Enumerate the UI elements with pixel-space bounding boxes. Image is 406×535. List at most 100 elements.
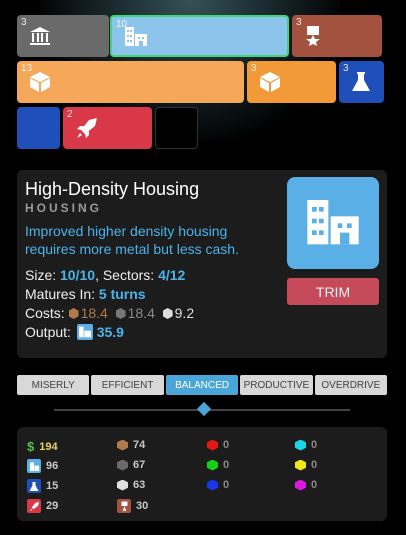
costs-label: Costs: <box>25 305 65 321</box>
cash-icon: $ <box>27 439 35 454</box>
resource-metal: 74 <box>117 439 145 451</box>
matures-value: 5 turns <box>98 286 146 302</box>
rocket-icon <box>27 499 41 513</box>
cyan-crystal-icon <box>295 439 306 451</box>
resource-white-metal: 63 <box>117 479 145 491</box>
mode-productive[interactable]: PRODUCTIVE <box>240 375 313 395</box>
medal-icon <box>304 25 322 47</box>
resource-military-value: 29 <box>46 500 59 512</box>
green-crystal-icon <box>207 459 218 471</box>
tile-capitol[interactable]: 3 <box>17 15 109 57</box>
resource-dark-metal-value: 67 <box>133 459 146 471</box>
tile-science[interactable]: 3 <box>339 61 384 103</box>
tile-count: 13 <box>21 63 33 74</box>
resources-panel: $ 194 96 15 29 74 67 63 30 0 0 0 0 0 0 <box>17 427 387 521</box>
matures-label: Matures In: <box>25 286 96 302</box>
cost-metal-value: 18.4 <box>80 305 108 321</box>
resource-blue: 0 <box>207 479 229 491</box>
size-value: 10/10 <box>60 267 96 283</box>
sectors-label: , Sectors: <box>95 267 155 283</box>
resource-red-value: 0 <box>223 439 230 451</box>
resource-science: 15 <box>27 479 58 493</box>
production-mode-selector: MISERLY EFFICIENT BALANCED PRODUCTIVE OV… <box>17 375 388 395</box>
tile-metal[interactable]: 13 <box>17 61 244 103</box>
resource-green-value: 0 <box>223 459 230 471</box>
resource-cyan: 0 <box>295 439 317 451</box>
resource-yellow: 0 <box>295 459 317 471</box>
building-description: Improved higher density housing requires… <box>25 223 239 257</box>
mode-balanced[interactable]: BALANCED <box>165 375 239 395</box>
blue-crystal-icon <box>207 479 218 491</box>
mode-miserly[interactable]: MISERLY <box>17 375 90 395</box>
resource-influence-value: 30 <box>136 500 149 512</box>
size-label: Size: <box>25 267 57 283</box>
resource-influence: 30 <box>117 499 148 513</box>
mode-overdrive[interactable]: OVERDRIVE <box>314 375 388 395</box>
output-label: Output: <box>25 324 71 340</box>
capitol-icon <box>29 26 51 46</box>
resource-dark-metal: 67 <box>117 459 145 471</box>
cost-white-metal: 9.2 <box>162 305 195 321</box>
resource-metal-value: 74 <box>133 439 146 451</box>
metal-icon <box>68 308 79 319</box>
cost-white-metal-value: 9.2 <box>174 305 195 321</box>
magenta-crystal-icon <box>295 479 306 491</box>
housing-icon <box>76 324 93 340</box>
medal-icon <box>117 499 131 513</box>
mode-efficient[interactable]: EFFICIENT <box>91 375 164 395</box>
cube-icon <box>29 71 51 93</box>
resource-white-metal-value: 63 <box>133 479 146 491</box>
resource-housing-value: 96 <box>46 460 59 472</box>
trim-button[interactable]: TRIM <box>287 278 379 305</box>
resource-yellow-value: 0 <box>311 459 318 471</box>
building-title: High-Density Housing <box>25 179 200 199</box>
tile-empty-slot[interactable] <box>155 107 198 149</box>
cost-dark-metal-value: 18.4 <box>127 305 155 321</box>
tile-count: 2 <box>67 109 73 120</box>
mode-slider-handle[interactable] <box>196 401 212 417</box>
building-category: HOUSING <box>25 201 103 215</box>
sectors-value: 4/12 <box>158 267 186 283</box>
flask-icon <box>351 71 371 93</box>
resource-green: 0 <box>207 459 229 471</box>
tile-count: 3 <box>296 17 302 28</box>
resource-blue-value: 0 <box>223 479 230 491</box>
resource-red: 0 <box>207 439 229 451</box>
building-info-panel: High-Density Housing HOUSING Improved hi… <box>17 170 387 358</box>
tile-count: 3 <box>343 63 349 74</box>
white-metal-icon <box>117 479 128 491</box>
cost-metal: 18.4 <box>68 305 108 321</box>
tile-military[interactable]: 2 <box>63 107 152 149</box>
yellow-crystal-icon <box>295 459 306 471</box>
tile-count: 10 <box>116 19 128 30</box>
matures-stat: Matures In: 5 turns <box>25 286 146 302</box>
tile-count: 3 <box>21 17 27 28</box>
resource-cash: $ 194 <box>27 439 58 454</box>
resource-housing: 96 <box>27 459 58 473</box>
building-icon-large <box>287 177 379 269</box>
resource-cyan-value: 0 <box>311 439 318 451</box>
cost-dark-metal: 18.4 <box>115 305 155 321</box>
size-stat: Size: 10/10, Sectors: 4/12 <box>25 267 185 283</box>
resource-military: 29 <box>27 499 58 513</box>
tile-science-partial[interactable] <box>17 107 60 149</box>
output-value: 35.9 <box>96 324 124 340</box>
tile-medal[interactable]: 3 <box>292 15 382 57</box>
output-stat: Output: 35.9 <box>25 324 124 340</box>
resource-science-value: 15 <box>46 480 59 492</box>
rocket-icon <box>75 117 99 139</box>
costs-stat: Costs: 18.4 18.4 9.2 <box>25 305 194 321</box>
resource-magenta: 0 <box>295 479 317 491</box>
resource-magenta-value: 0 <box>311 479 318 491</box>
cube-icon <box>259 71 281 93</box>
white-metal-icon <box>162 308 173 319</box>
flask-icon <box>27 479 41 493</box>
dark-metal-icon <box>115 308 126 319</box>
housing-icon <box>124 25 148 47</box>
dark-metal-icon <box>117 459 128 471</box>
housing-icon <box>305 195 361 252</box>
tile-metal-2[interactable]: 3 <box>247 61 336 103</box>
tile-housing-selected[interactable]: 10 <box>110 15 289 57</box>
metal-icon <box>117 439 128 451</box>
resource-cash-value: 194 <box>39 440 58 453</box>
